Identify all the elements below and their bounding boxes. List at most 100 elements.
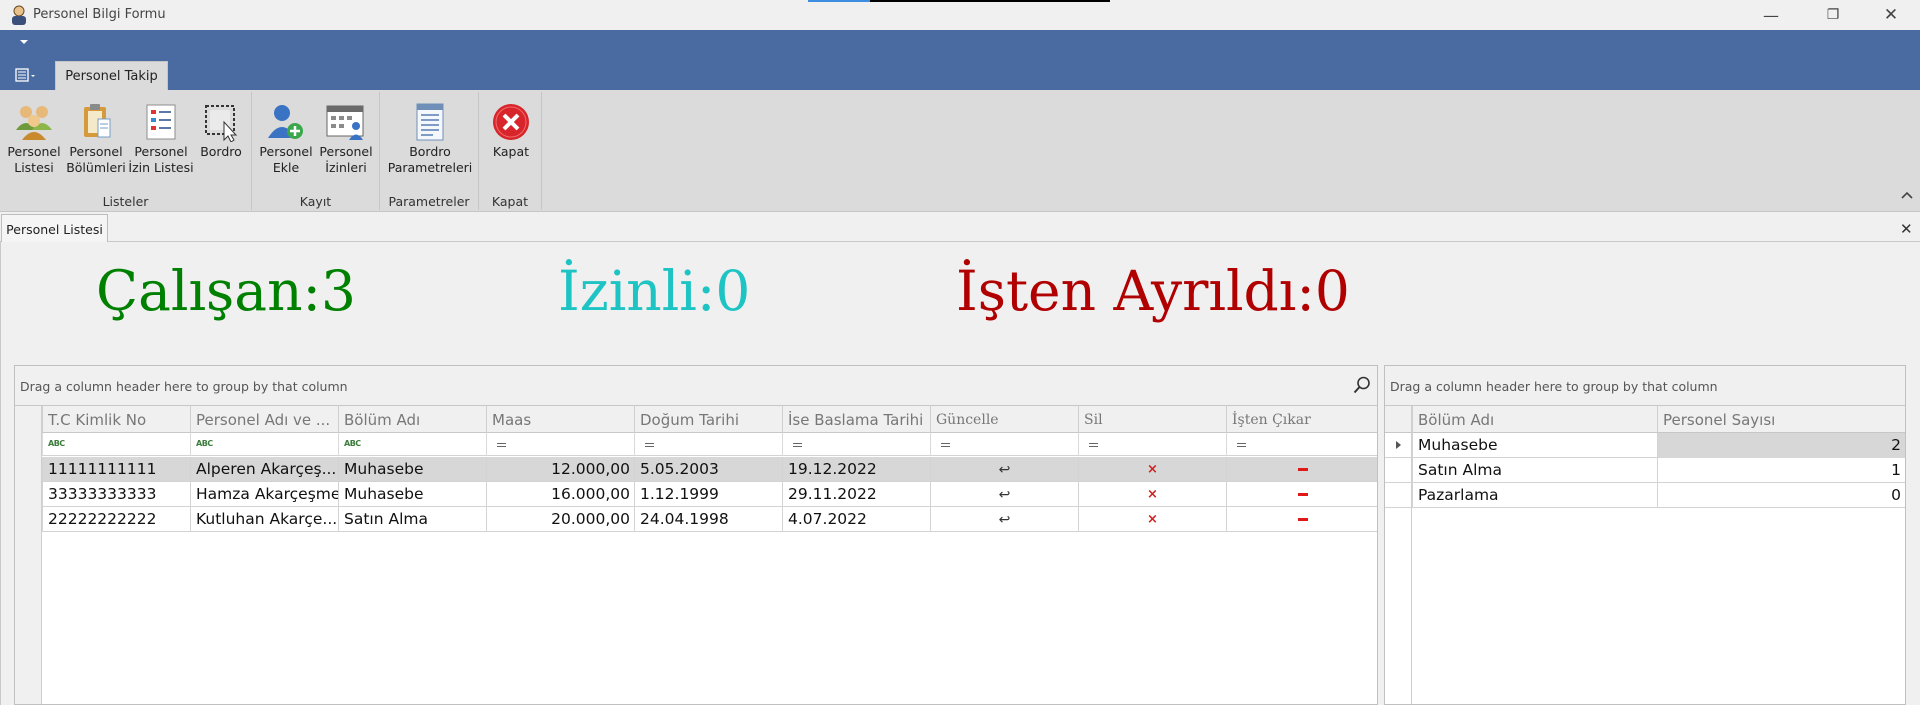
column-header-delete[interactable]: Sil	[1078, 406, 1226, 433]
update-button[interactable]: ↩	[930, 482, 1078, 507]
filter-cell-tc[interactable]: ABC	[42, 433, 190, 456]
undo-arrow-icon: ↩	[998, 461, 1011, 478]
btn-label: Listesi	[14, 160, 54, 175]
table-row[interactable]: 11111111111 Alperen Akarçeş... Muhasebe …	[15, 457, 1377, 482]
update-button[interactable]: ↩	[930, 507, 1078, 532]
group-by-panel[interactable]: Drag a column header here to group by th…	[1385, 366, 1905, 406]
btn-label: Personel	[7, 144, 61, 159]
cell-birth[interactable]: 1.12.1999	[634, 482, 782, 507]
app-menu-icon[interactable]	[14, 66, 40, 84]
personel-izin-listesi-button[interactable]: Personel İzin Listesi	[128, 102, 194, 176]
bordro-button[interactable]: Bordro	[196, 102, 246, 160]
cell-birth[interactable]: 5.05.2003	[634, 457, 782, 482]
group-by-panel[interactable]: Drag a column header here to group by th…	[15, 366, 1377, 406]
delete-button[interactable]: ×	[1078, 482, 1226, 507]
column-header-row: Bölüm Adı Personel Sayısı	[1385, 406, 1905, 433]
cell-tc[interactable]: 11111111111	[42, 457, 190, 482]
document-tab-strip: Personel Listesi ✕	[0, 213, 1920, 243]
cell-name[interactable]: Hamza Akarçeşme	[190, 482, 338, 507]
btn-label: İzin Listesi	[128, 160, 194, 175]
table-row[interactable]: 22222222222 Kutluhan Akarçe... Satın Alm…	[15, 507, 1377, 532]
cell-name[interactable]: Alperen Akarçeş...	[190, 457, 338, 482]
cell-birth[interactable]: 24.04.1998	[634, 507, 782, 532]
close-tab-icon[interactable]: ✕	[1900, 220, 1913, 238]
dismiss-button[interactable]	[1226, 507, 1377, 532]
search-icon[interactable]	[1353, 376, 1371, 394]
cell-salary[interactable]: 20.000,00	[486, 507, 634, 532]
table-row[interactable]: 33333333333 Hamza Akarçeşme Muhasebe 16.…	[15, 482, 1377, 507]
personel-listesi-button[interactable]: Personel Listesi	[4, 102, 64, 176]
filter-cell-name[interactable]: ABC	[190, 433, 338, 456]
kapat-button[interactable]: Kapat	[482, 102, 540, 160]
delete-button[interactable]: ×	[1078, 457, 1226, 482]
personel-ekle-button[interactable]: Personel Ekle	[256, 102, 316, 176]
cell-dept-name[interactable]: Satın Alma	[1412, 458, 1657, 483]
quick-access-dropdown-icon[interactable]	[20, 40, 28, 44]
personnel-grid[interactable]: Drag a column header here to group by th…	[14, 365, 1378, 705]
filter-cell-birth[interactable]	[634, 433, 782, 456]
group-separator	[541, 92, 542, 210]
column-header-update[interactable]: Güncelle	[930, 406, 1078, 433]
cell-dept-name[interactable]: Muhasebe	[1412, 433, 1657, 458]
filter-cell-update[interactable]	[930, 433, 1078, 456]
table-row[interactable]: Pazarlama 0	[1385, 483, 1905, 508]
ribbon-collapse-icon[interactable]	[1900, 190, 1914, 200]
column-header-salary[interactable]: Maas	[486, 406, 634, 433]
cell-start[interactable]: 4.07.2022	[782, 507, 930, 532]
cell-tc[interactable]: 22222222222	[42, 507, 190, 532]
cell-start[interactable]: 19.12.2022	[782, 457, 930, 482]
btn-label: Bölümleri	[66, 160, 126, 175]
tab-personel-takip[interactable]: Personel Takip	[55, 61, 168, 90]
update-button[interactable]: ↩	[930, 457, 1078, 482]
cell-dept[interactable]: Muhasebe	[338, 482, 486, 507]
btn-label: Ekle	[272, 160, 300, 175]
filter-icon	[23, 440, 34, 450]
equals-filter-icon	[645, 443, 654, 447]
equals-filter-icon	[1237, 443, 1246, 447]
restore-button[interactable]: ❐	[1804, 0, 1862, 30]
cell-dept[interactable]: Muhasebe	[338, 457, 486, 482]
close-window-button[interactable]: ✕	[1862, 0, 1920, 30]
cell-tc[interactable]: 33333333333	[42, 482, 190, 507]
table-row[interactable]: Satın Alma 1	[1385, 458, 1905, 483]
cell-name[interactable]: Kutluhan Akarçe...	[190, 507, 338, 532]
minimize-button[interactable]: —	[1742, 0, 1800, 30]
tab-personel-listesi[interactable]: Personel Listesi	[1, 214, 108, 243]
column-header-dept-name[interactable]: Bölüm Adı	[1412, 406, 1657, 433]
btn-label: Personel	[134, 144, 188, 159]
personel-izinleri-button[interactable]: Personel İzinleri	[316, 102, 376, 176]
clipboard-icon	[84, 104, 111, 138]
cell-count[interactable]: 2	[1657, 433, 1905, 458]
cell-salary[interactable]: 12.000,00	[486, 457, 634, 482]
department-grid[interactable]: Drag a column header here to group by th…	[1384, 365, 1906, 705]
bordro-parametreleri-button[interactable]: Bordro Parametreleri	[384, 102, 476, 176]
cell-salary[interactable]: 16.000,00	[486, 482, 634, 507]
filter-cell-dismiss[interactable]	[1226, 433, 1377, 456]
column-header-personnel-count[interactable]: Personel Sayısı	[1657, 406, 1905, 433]
group-by-hint: Drag a column header here to group by th…	[1390, 379, 1718, 394]
delete-button[interactable]: ×	[1078, 507, 1226, 532]
ribbon-header	[0, 30, 1920, 90]
column-header-dept[interactable]: Bölüm Adı	[338, 406, 486, 433]
filter-cell-salary[interactable]	[486, 433, 634, 456]
column-header-row: T.C Kimlik No Personel Adı ve ... Bölüm …	[15, 406, 1377, 433]
column-header-start[interactable]: İse Baslama Tarihi	[782, 406, 930, 433]
personel-bolumleri-button[interactable]: Personel Bölümleri	[66, 102, 126, 176]
cell-dept[interactable]: Satın Alma	[338, 507, 486, 532]
table-row[interactable]: Muhasebe 2	[1385, 433, 1905, 458]
dismiss-button[interactable]	[1226, 482, 1377, 507]
btn-label: Bordro	[200, 144, 242, 159]
minus-icon	[1298, 493, 1308, 496]
cell-count[interactable]: 1	[1657, 458, 1905, 483]
dismiss-button[interactable]	[1226, 457, 1377, 482]
filter-cell-dept[interactable]: ABC	[338, 433, 486, 456]
column-header-tc[interactable]: T.C Kimlik No	[42, 406, 190, 433]
cell-count[interactable]: 0	[1657, 483, 1905, 508]
filter-cell-delete[interactable]	[1078, 433, 1226, 456]
filter-cell-start[interactable]	[782, 433, 930, 456]
column-header-dismiss[interactable]: İşten Çıkar	[1226, 406, 1377, 433]
column-header-birth[interactable]: Doğum Tarihi	[634, 406, 782, 433]
column-header-name[interactable]: Personel Adı ve ...	[190, 406, 338, 433]
cell-dept-name[interactable]: Pazarlama	[1412, 483, 1657, 508]
cell-start[interactable]: 29.11.2022	[782, 482, 930, 507]
